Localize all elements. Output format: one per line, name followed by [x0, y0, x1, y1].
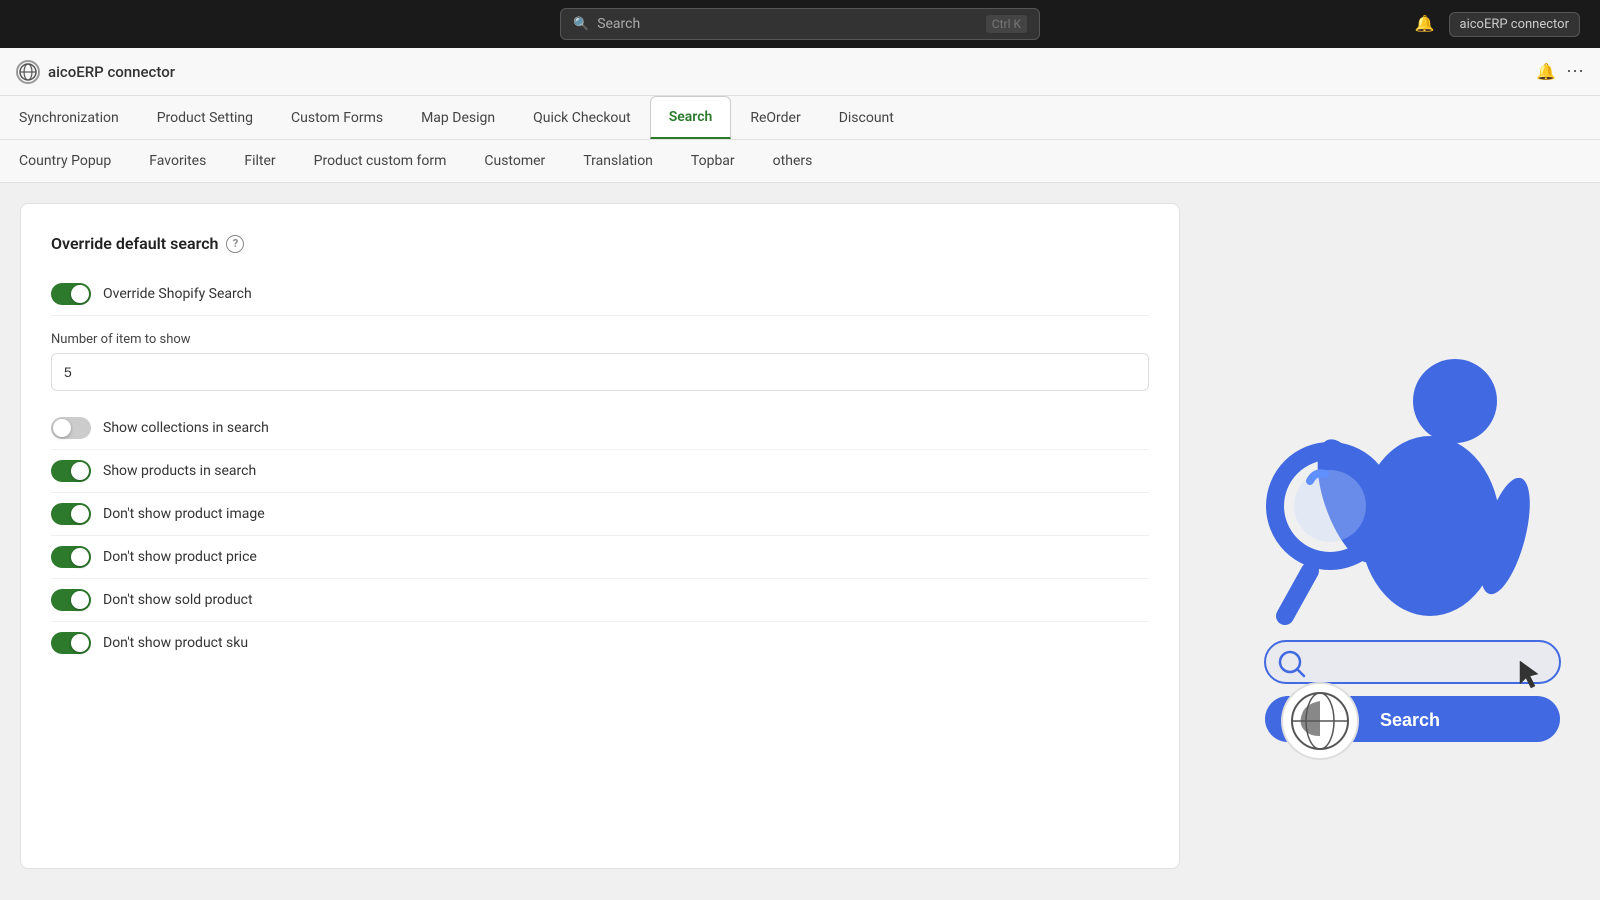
- search-illustration: Search: [1210, 306, 1570, 766]
- toggle-label-show-products: Show products in search: [103, 463, 256, 479]
- help-icon[interactable]: ?: [226, 235, 244, 253]
- toggle-dont-show-sku[interactable]: [51, 632, 91, 654]
- toggle-row-show-collections: Show collections in search: [51, 407, 1149, 450]
- tab-row-1: SynchronizationProduct SettingCustom For…: [0, 96, 1600, 140]
- tab-row-2: Country PopupFavoritesFilterProduct cust…: [0, 140, 1600, 182]
- toggle-label-dont-show-sold: Don't show sold product: [103, 592, 253, 608]
- toggle-row-override-shopify: Override Shopify Search: [51, 273, 1149, 316]
- topbar-user-badge[interactable]: aicoERP connector: [1449, 12, 1581, 37]
- number-input-group: Number of item to show: [51, 332, 1149, 391]
- tab-container: SynchronizationProduct SettingCustom For…: [0, 96, 1600, 183]
- header-bell-button[interactable]: 🔔: [1536, 62, 1556, 82]
- tab-map-design[interactable]: Map Design: [402, 97, 514, 139]
- topbar-shortcut: Ctrl K: [986, 15, 1027, 33]
- toggle-label-show-collections: Show collections in search: [103, 420, 269, 436]
- app-header: aicoERP connector 🔔 ⋯: [0, 48, 1600, 96]
- toggle-dont-show-price[interactable]: [51, 546, 91, 568]
- settings-card: Override default search ? Override Shopi…: [20, 203, 1180, 869]
- tab-translation[interactable]: Translation: [564, 140, 672, 182]
- toggle-row-show-products: Show products in search: [51, 450, 1149, 493]
- app-title-group: aicoERP connector: [16, 60, 175, 84]
- tab-custom-forms[interactable]: Custom Forms: [272, 97, 402, 139]
- tab-country-popup[interactable]: Country Popup: [0, 140, 130, 182]
- number-of-items-input[interactable]: [51, 353, 1149, 391]
- topbar-right: 🔔 aicoERP connector: [1411, 10, 1580, 38]
- app-icon: [16, 60, 40, 84]
- toggle-show-collections[interactable]: [51, 417, 91, 439]
- settings-fields: Override Shopify Search Number of item to…: [51, 273, 1149, 664]
- toggle-dont-show-image[interactable]: [51, 503, 91, 525]
- toggle-override-shopify[interactable]: [51, 283, 91, 305]
- header-actions: 🔔 ⋯: [1536, 61, 1584, 82]
- tab-product-custom-form[interactable]: Product custom form: [295, 140, 466, 182]
- topbar-search-text: Search: [597, 16, 978, 32]
- tab-synchronization[interactable]: Synchronization: [0, 97, 138, 139]
- tab-quick-checkout[interactable]: Quick Checkout: [514, 97, 650, 139]
- toggle-row-dont-show-sold: Don't show sold product: [51, 579, 1149, 622]
- toggle-label-dont-show-price: Don't show product price: [103, 549, 257, 565]
- tab-others[interactable]: others: [754, 140, 832, 182]
- toggle-show-products[interactable]: [51, 460, 91, 482]
- app-name-label: aicoERP connector: [48, 63, 175, 81]
- globe-icon: [18, 62, 38, 82]
- tab-topbar[interactable]: Topbar: [672, 140, 754, 182]
- tab-discount[interactable]: Discount: [820, 97, 913, 139]
- illustration-area: Search: [1200, 203, 1580, 869]
- toggle-label-override-shopify: Override Shopify Search: [103, 286, 252, 302]
- topbar-search[interactable]: 🔍 Search Ctrl K: [560, 8, 1040, 40]
- toggle-row-dont-show-sku: Don't show product sku: [51, 622, 1149, 664]
- toggle-dont-show-sold[interactable]: [51, 589, 91, 611]
- svg-text:Search: Search: [1380, 710, 1440, 730]
- topbar: 🔍 Search Ctrl K 🔔 aicoERP connector: [0, 0, 1600, 48]
- header-more-button[interactable]: ⋯: [1566, 61, 1584, 82]
- tab-product-setting[interactable]: Product Setting: [138, 97, 272, 139]
- topbar-bell-button[interactable]: 🔔: [1411, 10, 1439, 38]
- number-input-label: Number of item to show: [51, 332, 1149, 347]
- tab-search[interactable]: Search: [650, 96, 732, 139]
- toggle-label-dont-show-sku: Don't show product sku: [103, 635, 248, 651]
- toggle-label-dont-show-image: Don't show product image: [103, 506, 265, 522]
- tab-favorites[interactable]: Favorites: [130, 140, 225, 182]
- section-title: Override default search ?: [51, 234, 1149, 253]
- topbar-search-icon: 🔍: [573, 17, 589, 32]
- toggle-row-dont-show-price: Don't show product price: [51, 536, 1149, 579]
- section-title-text: Override default search: [51, 234, 218, 253]
- tab-filter[interactable]: Filter: [225, 140, 294, 182]
- toggle-row-dont-show-image: Don't show product image: [51, 493, 1149, 536]
- main-content: Override default search ? Override Shopi…: [0, 183, 1600, 889]
- tab-reorder[interactable]: ReOrder: [731, 97, 819, 139]
- tab-customer[interactable]: Customer: [465, 140, 564, 182]
